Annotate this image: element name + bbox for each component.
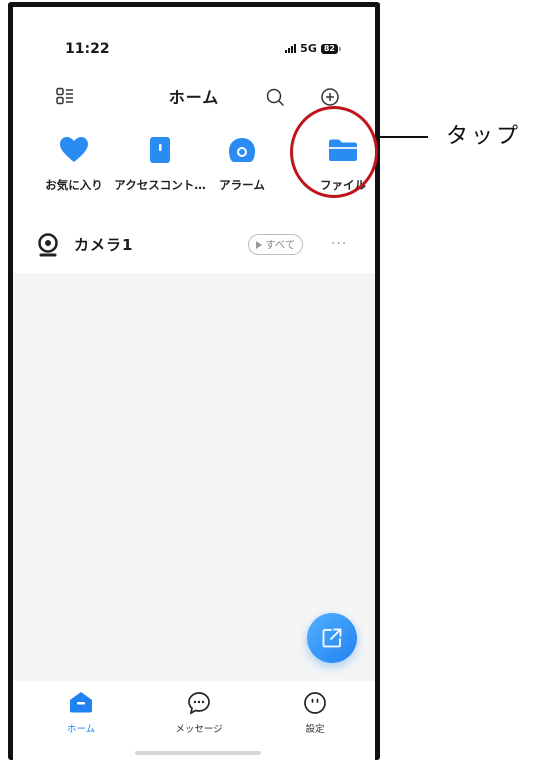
camera-name: カメラ1 [74, 236, 134, 254]
share-button[interactable] [307, 613, 357, 663]
home-indicator [135, 751, 261, 755]
more-button[interactable]: ··· [331, 237, 347, 251]
status-bar: 11:22 5G 82 [13, 7, 375, 87]
tab-home[interactable]: ホーム [41, 691, 121, 737]
quick-action-label: アラーム [219, 178, 265, 192]
tab-settings[interactable]: 設定 [275, 691, 355, 737]
annotation-text: タップ [446, 124, 522, 149]
camera-row[interactable]: カメラ1 すべて ··· [13, 225, 375, 265]
play-icon [256, 240, 262, 249]
settings-icon [304, 692, 326, 714]
annotation-circle [290, 106, 378, 198]
search-icon [266, 88, 284, 106]
message-icon [188, 692, 210, 715]
tab-label: ホーム [66, 724, 96, 735]
alarm-icon [229, 138, 255, 162]
battery-icon: 82 [320, 43, 341, 54]
quick-action-alarm[interactable]: アラーム [197, 133, 287, 195]
quick-action-label: お気に入り [45, 178, 103, 192]
quick-action-favorites[interactable]: お気に入り [29, 133, 119, 195]
annotation-pointer-line [378, 136, 428, 138]
camera-icon [38, 233, 58, 257]
tab-label: メッセージ [175, 724, 223, 735]
quick-action-access-control[interactable]: アクセスコント… [114, 133, 206, 195]
tab-label: 設定 [305, 724, 325, 735]
status-indicators: 5G 82 [285, 42, 341, 55]
status-time: 11:22 [65, 41, 110, 57]
access-control-icon [150, 137, 170, 163]
home-icon [70, 692, 92, 713]
share-icon [322, 628, 342, 648]
view-all-button[interactable]: すべて [248, 234, 304, 255]
tab-bar: ホーム メッセージ 設定 [13, 681, 375, 760]
view-all-label: すべて [265, 239, 296, 251]
search-button[interactable] [263, 85, 287, 109]
signal-icon [285, 44, 297, 53]
battery-level: 82 [320, 43, 338, 54]
add-icon [321, 88, 339, 106]
network-type: 5G [300, 42, 317, 55]
tab-messages[interactable]: メッセージ [159, 691, 239, 737]
heart-icon [60, 137, 88, 162]
